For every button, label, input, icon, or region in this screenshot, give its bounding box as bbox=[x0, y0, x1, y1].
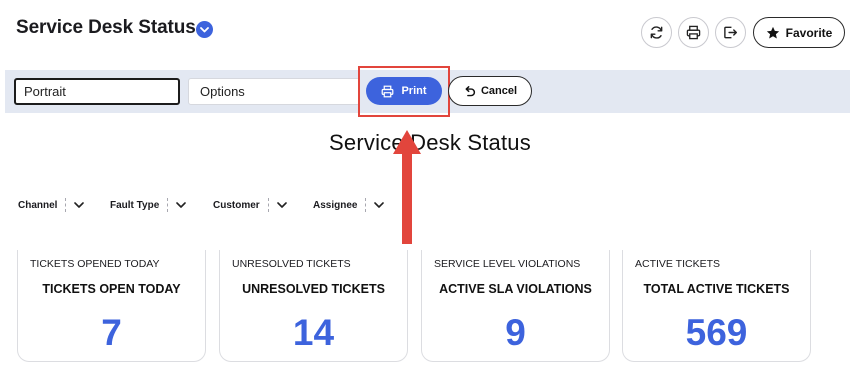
favorite-label: Favorite bbox=[785, 25, 833, 40]
filter-channel[interactable]: Channel bbox=[18, 198, 85, 212]
print-icon bbox=[686, 25, 701, 40]
kpi-card-caption: TICKETS OPENED TODAY bbox=[30, 258, 160, 270]
star-icon bbox=[766, 26, 779, 39]
kpi-card-value: 9 bbox=[505, 312, 526, 353]
kpi-card-sla-violations: SERVICE LEVEL VIOLATIONS ACTIVE SLA VIOL… bbox=[421, 250, 610, 362]
kpi-card-tickets-opened-today: TICKETS OPENED TODAY TICKETS OPEN TODAY … bbox=[17, 250, 206, 362]
kpi-card-caption: ACTIVE TICKETS bbox=[635, 258, 720, 270]
orientation-value: Portrait bbox=[24, 84, 66, 99]
annotation-arrow-icon bbox=[393, 130, 421, 244]
kpi-card-value: 14 bbox=[292, 312, 335, 353]
annotation-highlight-box bbox=[358, 66, 450, 117]
filter-label: Assignee bbox=[313, 199, 358, 211]
chevron-down-icon bbox=[200, 26, 209, 32]
kpi-card-value: 569 bbox=[685, 312, 748, 353]
filter-divider bbox=[65, 198, 67, 212]
options-select[interactable]: Options bbox=[188, 78, 360, 105]
filter-customer[interactable]: Customer bbox=[213, 198, 287, 212]
chevron-down-icon bbox=[74, 202, 85, 208]
filter-fault-type[interactable]: Fault Type bbox=[110, 198, 187, 212]
filter-assignee[interactable]: Assignee bbox=[313, 198, 385, 212]
kpi-card-value: 7 bbox=[101, 312, 122, 353]
export-icon bbox=[724, 26, 738, 39]
chevron-down-icon bbox=[276, 202, 287, 208]
undo-icon bbox=[465, 85, 475, 96]
filter-divider bbox=[267, 198, 269, 212]
filter-label: Customer bbox=[213, 199, 260, 211]
title-menu-button[interactable] bbox=[196, 21, 213, 38]
filter-divider bbox=[167, 198, 169, 212]
kpi-card-caption: UNRESOLVED TICKETS bbox=[232, 258, 351, 270]
page-title: Service Desk Status bbox=[16, 17, 196, 38]
refresh-icon bbox=[650, 26, 663, 39]
kpi-card-unresolved-tickets: UNRESOLVED TICKETS UNRESOLVED TICKETS 14 bbox=[219, 250, 408, 362]
refresh-button[interactable] bbox=[641, 17, 672, 48]
chevron-down-icon bbox=[374, 202, 385, 208]
cancel-button[interactable]: Cancel bbox=[448, 76, 532, 106]
kpi-card-active-tickets: ACTIVE TICKETS TOTAL ACTIVE TICKETS 569 bbox=[622, 250, 811, 362]
report-title: Service Desk Status bbox=[329, 130, 531, 155]
page-header: Service Desk Status Favorite bbox=[0, 0, 850, 66]
kpi-card-heading: UNRESOLVED TICKETS bbox=[242, 282, 385, 296]
orientation-select[interactable]: Portrait bbox=[14, 78, 180, 105]
kpi-card-caption: SERVICE LEVEL VIOLATIONS bbox=[434, 258, 581, 270]
filter-divider bbox=[365, 198, 367, 212]
kpi-card-heading: ACTIVE SLA VIOLATIONS bbox=[439, 282, 592, 296]
print-toolbar-button[interactable] bbox=[678, 17, 709, 48]
cancel-button-label: Cancel bbox=[480, 85, 518, 97]
chevron-down-icon bbox=[176, 202, 187, 208]
filter-label: Channel bbox=[18, 199, 58, 211]
favorite-button[interactable]: Favorite bbox=[753, 17, 845, 48]
kpi-card-heading: TICKETS OPEN TODAY bbox=[42, 282, 181, 296]
filter-label: Fault Type bbox=[110, 199, 160, 211]
export-button[interactable] bbox=[715, 17, 746, 48]
options-value: Options bbox=[200, 84, 245, 99]
kpi-card-heading: TOTAL ACTIVE TICKETS bbox=[643, 282, 790, 296]
